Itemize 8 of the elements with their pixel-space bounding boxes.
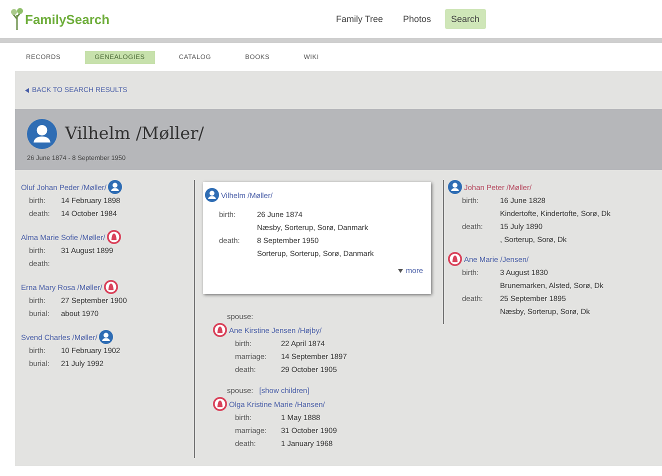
logo-text[interactable]: FamilySearch: [25, 12, 110, 26]
nav-link[interactable]: Family Tree: [330, 9, 390, 29]
nav-link[interactable]: Photos: [397, 9, 438, 29]
tree-logo-icon: [10, 7, 24, 31]
person-name: Vilhelm /Møller/: [65, 124, 204, 144]
caret-icon: [25, 88, 29, 92]
nav-link[interactable]: Search: [445, 9, 486, 29]
caret-down-icon: [398, 268, 403, 272]
